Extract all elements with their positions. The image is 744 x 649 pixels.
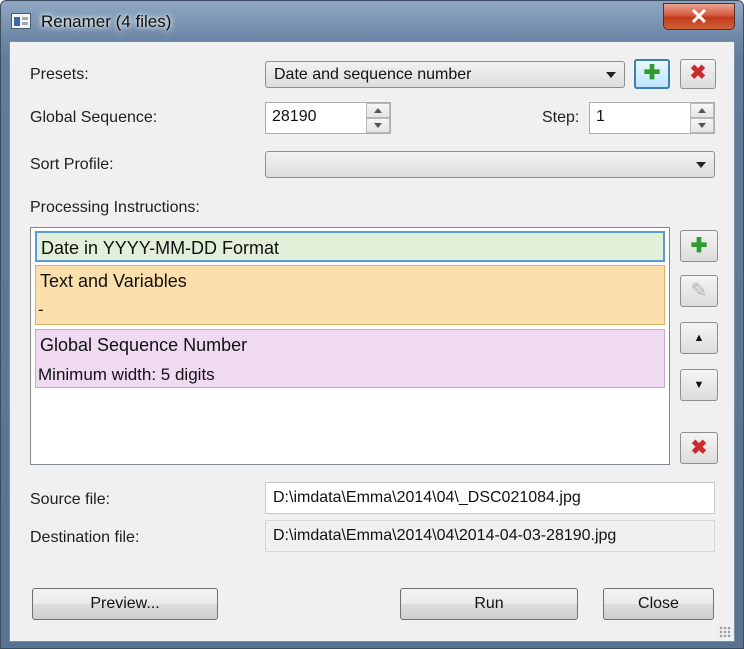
plus-icon: ✚ — [690, 235, 708, 257]
step-label: Step: — [542, 109, 580, 126]
instruction-title: Global Sequence Number — [40, 335, 248, 355]
add-instruction-button[interactable]: ✚ — [680, 230, 718, 262]
move-down-button[interactable]: ▼ — [680, 369, 718, 401]
presets-value: Date and sequence number — [274, 66, 472, 83]
step-down-button[interactable] — [690, 118, 714, 133]
instruction-subtitle: - — [38, 300, 44, 319]
presets-label: Presets: — [30, 66, 89, 83]
instruction-item-sequence[interactable]: Global Sequence Number Minimum width: 5 … — [35, 329, 665, 388]
destination-file-label: Destination file: — [30, 529, 140, 546]
instruction-title: Text and Variables — [40, 271, 187, 291]
arrow-up-icon — [374, 108, 382, 113]
add-preset-button[interactable]: ✚ — [634, 59, 670, 89]
renamer-window: Renamer (4 files) ✕ Presets: Date and se… — [0, 0, 744, 649]
delete-icon: ✖ — [689, 62, 707, 84]
preview-button[interactable]: Preview... — [32, 588, 218, 620]
chevron-down-icon — [606, 72, 616, 78]
chevron-down-icon — [696, 162, 706, 168]
step-spinner[interactable]: 1 — [589, 102, 715, 134]
delete-instruction-button[interactable]: ✖ — [680, 432, 718, 464]
sort-profile-dropdown[interactable] — [265, 151, 715, 178]
edit-instruction-button[interactable]: ✎ — [680, 275, 718, 307]
title-bar[interactable]: Renamer (4 files) ✕ — [1, 1, 743, 41]
step-value[interactable]: 1 — [596, 108, 605, 126]
sort-profile-label: Sort Profile: — [30, 156, 114, 173]
instructions-list[interactable]: Date in YYYY-MM-DD Format Text and Varia… — [30, 227, 670, 465]
destination-file-field: D:\imdata\Emma\2014\04\2014-04-03-28190.… — [265, 520, 715, 552]
processing-instructions-label: Processing Instructions: — [30, 199, 200, 216]
global-sequence-down-button[interactable] — [366, 118, 390, 133]
global-sequence-spinner[interactable]: 28190 — [265, 102, 391, 134]
source-file-field[interactable]: D:\imdata\Emma\2014\04\_DSC021084.jpg — [265, 482, 715, 514]
run-button[interactable]: Run — [400, 588, 578, 620]
pencil-icon: ✎ — [690, 280, 708, 302]
arrow-up-icon: ▲ — [693, 332, 705, 344]
instruction-title: Date in YYYY-MM-DD Format — [41, 238, 280, 258]
resize-grip-icon[interactable] — [719, 626, 731, 638]
presets-dropdown[interactable]: Date and sequence number — [265, 61, 625, 88]
window-title: Renamer (4 files) — [41, 12, 172, 31]
source-file-label: Source file: — [30, 491, 111, 508]
global-sequence-value[interactable]: 28190 — [272, 108, 317, 126]
plus-icon: ✚ — [643, 62, 661, 84]
global-sequence-up-button[interactable] — [366, 103, 390, 118]
window-close-button[interactable]: ✕ — [663, 3, 735, 30]
close-button[interactable]: Close — [603, 588, 714, 620]
arrow-up-icon — [698, 108, 706, 113]
arrow-down-icon — [374, 123, 382, 128]
instruction-item-text[interactable]: Text and Variables - — [35, 265, 665, 325]
delete-icon: ✖ — [690, 437, 708, 459]
instruction-item-date[interactable]: Date in YYYY-MM-DD Format — [35, 231, 665, 262]
arrow-down-icon: ▼ — [693, 379, 705, 391]
delete-preset-button[interactable]: ✖ — [680, 59, 716, 89]
app-icon — [11, 13, 31, 29]
move-up-button[interactable]: ▲ — [680, 322, 718, 354]
step-up-button[interactable] — [690, 103, 714, 118]
arrow-down-icon — [698, 123, 706, 128]
instruction-subtitle: Minimum width: 5 digits — [38, 365, 215, 384]
global-sequence-label: Global Sequence: — [30, 109, 158, 126]
dialog-client-area: Presets: Date and sequence number ✚ ✖ Gl… — [9, 41, 735, 642]
